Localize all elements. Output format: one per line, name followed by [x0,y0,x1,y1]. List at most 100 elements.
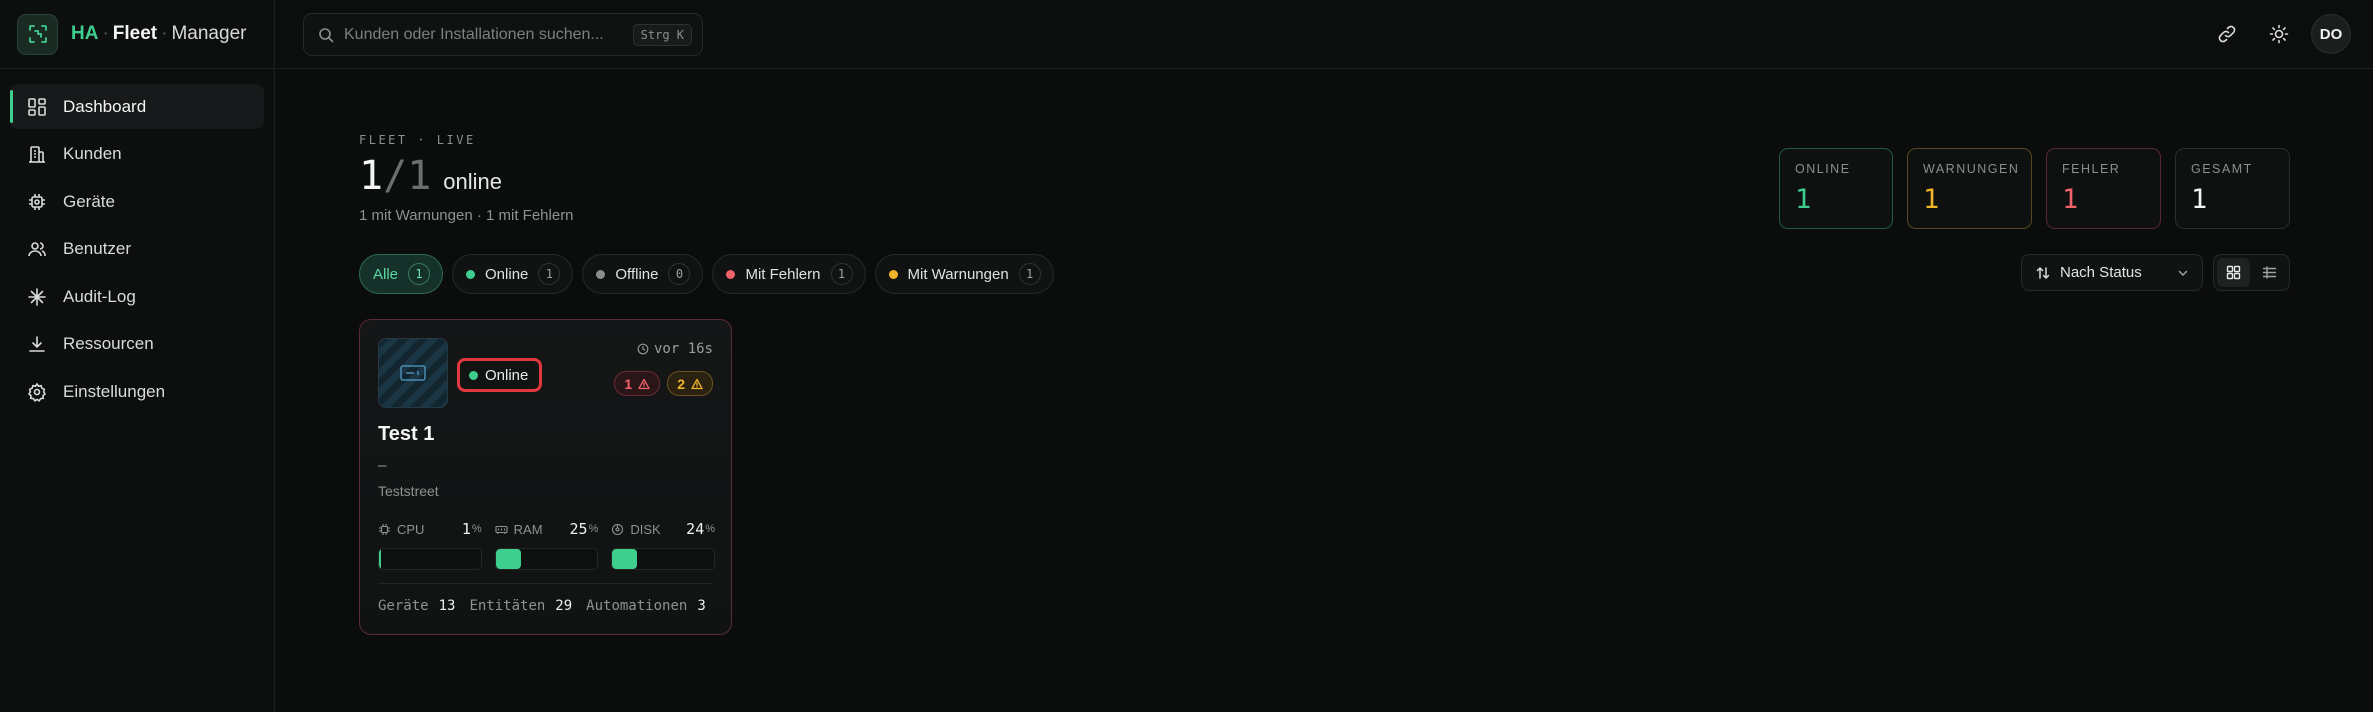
sidebar: HA · Fleet · Manager Dashboard Kunden Ge… [0,0,275,712]
installation-address: Teststreet [378,483,439,499]
sidebar-item-label: Einstellungen [63,381,166,401]
stat-gesamt: GESAMT 1 [2175,148,2290,229]
disk-icon [611,523,624,536]
filter-offline[interactable]: Offline 0 [582,254,704,294]
filter-mit-fehlern[interactable]: Mit Fehlern 1 [712,254,866,294]
status-badge[interactable]: Online [457,358,543,392]
metric-label: DISK [630,521,661,537]
sidebar-item-label: Kunden [63,144,122,163]
list-icon [2262,266,2277,279]
sort-label: Nach Status [2060,264,2142,281]
warning-count-badge[interactable]: 2 [667,371,713,396]
metric-ram: RAM 25 % [494,520,599,570]
metric-value: 1 [461,520,471,538]
view-toggle [2213,254,2290,291]
stat-warnungen: WARNUNGEN 1 [1907,148,2032,229]
dashboard-icon [26,96,48,118]
filter-count: 1 [830,263,853,285]
filter-mit-warnungen[interactable]: Mit Warnungen 1 [874,254,1054,294]
sidebar-item-kunden[interactable]: Kunden [10,132,264,177]
brand-ha: HA [71,23,99,44]
stats-row: ONLINE 1 WARNUNGEN 1 FEHLER 1 GESAMT 1 [1779,148,2290,229]
stat-label: FEHLER [2062,162,2121,176]
sidebar-item-dashboard[interactable]: Dashboard [10,84,264,129]
filter-count: 1 [538,263,561,285]
sidebar-item-ressourcen[interactable]: Ressourcen [10,322,264,367]
footer-label: Automationen [586,598,688,614]
footer-value: 3 [697,598,706,614]
last-seen-text: vor 16s [653,341,713,357]
fleet-eyebrow: FLEET · LIVE [359,133,476,147]
warning-count: 2 [677,375,685,392]
settings-icon [26,381,48,403]
building-icon [26,143,48,165]
stat-value: 1 [1795,184,1812,215]
grid-view-button[interactable] [2217,258,2250,287]
brand-sep: · [102,23,109,44]
chip-icon [26,191,48,213]
online-headline: 1 / 1 online [359,153,502,199]
sidebar-item-einstellungen[interactable]: Einstellungen [10,369,264,414]
sidebar-item-label: Dashboard [63,96,147,116]
sidebar-item-label: Geräte [63,191,115,211]
status-label: Online [485,366,529,384]
filter-label: Online [485,265,529,283]
sidebar-item-benutzer[interactable]: Benutzer [10,227,264,272]
filter-alle[interactable]: Alle 1 [359,254,444,294]
filter-label: Alle [373,265,399,283]
brand-manager: Manager [171,23,247,44]
filter-label: Offline [615,265,659,283]
status-dot [466,269,476,279]
sidebar-item-geraete[interactable]: Geräte [10,179,264,224]
brand-fleet: Fleet [112,23,158,44]
main-content: FLEET · LIVE 1 / 1 online 1 mit Warnunge… [276,70,2373,712]
brand[interactable]: HA · Fleet · Manager [0,0,274,69]
status-dot [726,269,736,279]
footer-label: Geräte [378,598,429,614]
summary-subline: 1 mit Warnungen · 1 mit Fehlern [359,207,574,224]
installation-card[interactable]: Online vor 16s 1 2 Test 1 – Teststreet C… [359,319,732,635]
stat-label: WARNUNGEN [1923,162,2020,176]
installation-title: Test 1 [378,423,435,445]
stat-value: 1 [1923,184,1940,215]
total-count: 1 [407,153,432,199]
error-count-badge[interactable]: 1 [614,371,661,396]
link-button[interactable] [2207,14,2247,54]
filter-online[interactable]: Online 1 [452,254,574,294]
search-input[interactable]: Kunden oder Installationen suchen... Str… [303,13,703,56]
metric-unit: % [705,523,716,535]
footer-label: Entitäten [469,598,546,614]
users-icon [26,238,48,260]
filter-count: 0 [668,263,691,285]
online-word: online [443,169,502,194]
brand-logo-icon [17,13,58,55]
chevron-down-icon [2176,266,2190,280]
sidebar-item-label: Audit-Log [63,286,136,306]
ram-usage-fill [495,549,522,569]
sidebar-item-label: Benutzer [63,239,132,258]
sidebar-item-label: Ressourcen [63,334,154,353]
theme-toggle-button[interactable] [2259,14,2299,54]
cpu-icon [378,523,391,536]
card-divider [378,583,713,584]
memory-icon [495,523,508,536]
metric-unit: % [471,523,482,535]
avatar[interactable]: DO [2311,14,2351,54]
search-placeholder: Kunden oder Installationen suchen... [344,25,604,43]
list-view-button[interactable] [2253,258,2286,287]
sort-arrows-icon [2035,265,2051,281]
sun-icon [2269,24,2289,44]
grid-icon [2226,265,2241,280]
sort-select[interactable]: Nach Status [2021,254,2203,291]
metric-value: 24 [686,520,705,538]
metric-disk: DISK 24 % [611,520,716,570]
sidebar-item-audit-log[interactable]: Audit-Log [10,274,264,319]
warning-triangle-icon [638,378,650,389]
stat-label: ONLINE [1795,162,1851,176]
asterisk-icon [26,286,48,308]
stat-value: 1 [2062,184,2079,215]
resource-metrics: CPU 1 % RAM 25 % DISK 24 % [378,520,716,570]
cpu-usage-bar [378,548,482,570]
ram-usage-bar [494,548,599,570]
download-icon [26,333,48,355]
